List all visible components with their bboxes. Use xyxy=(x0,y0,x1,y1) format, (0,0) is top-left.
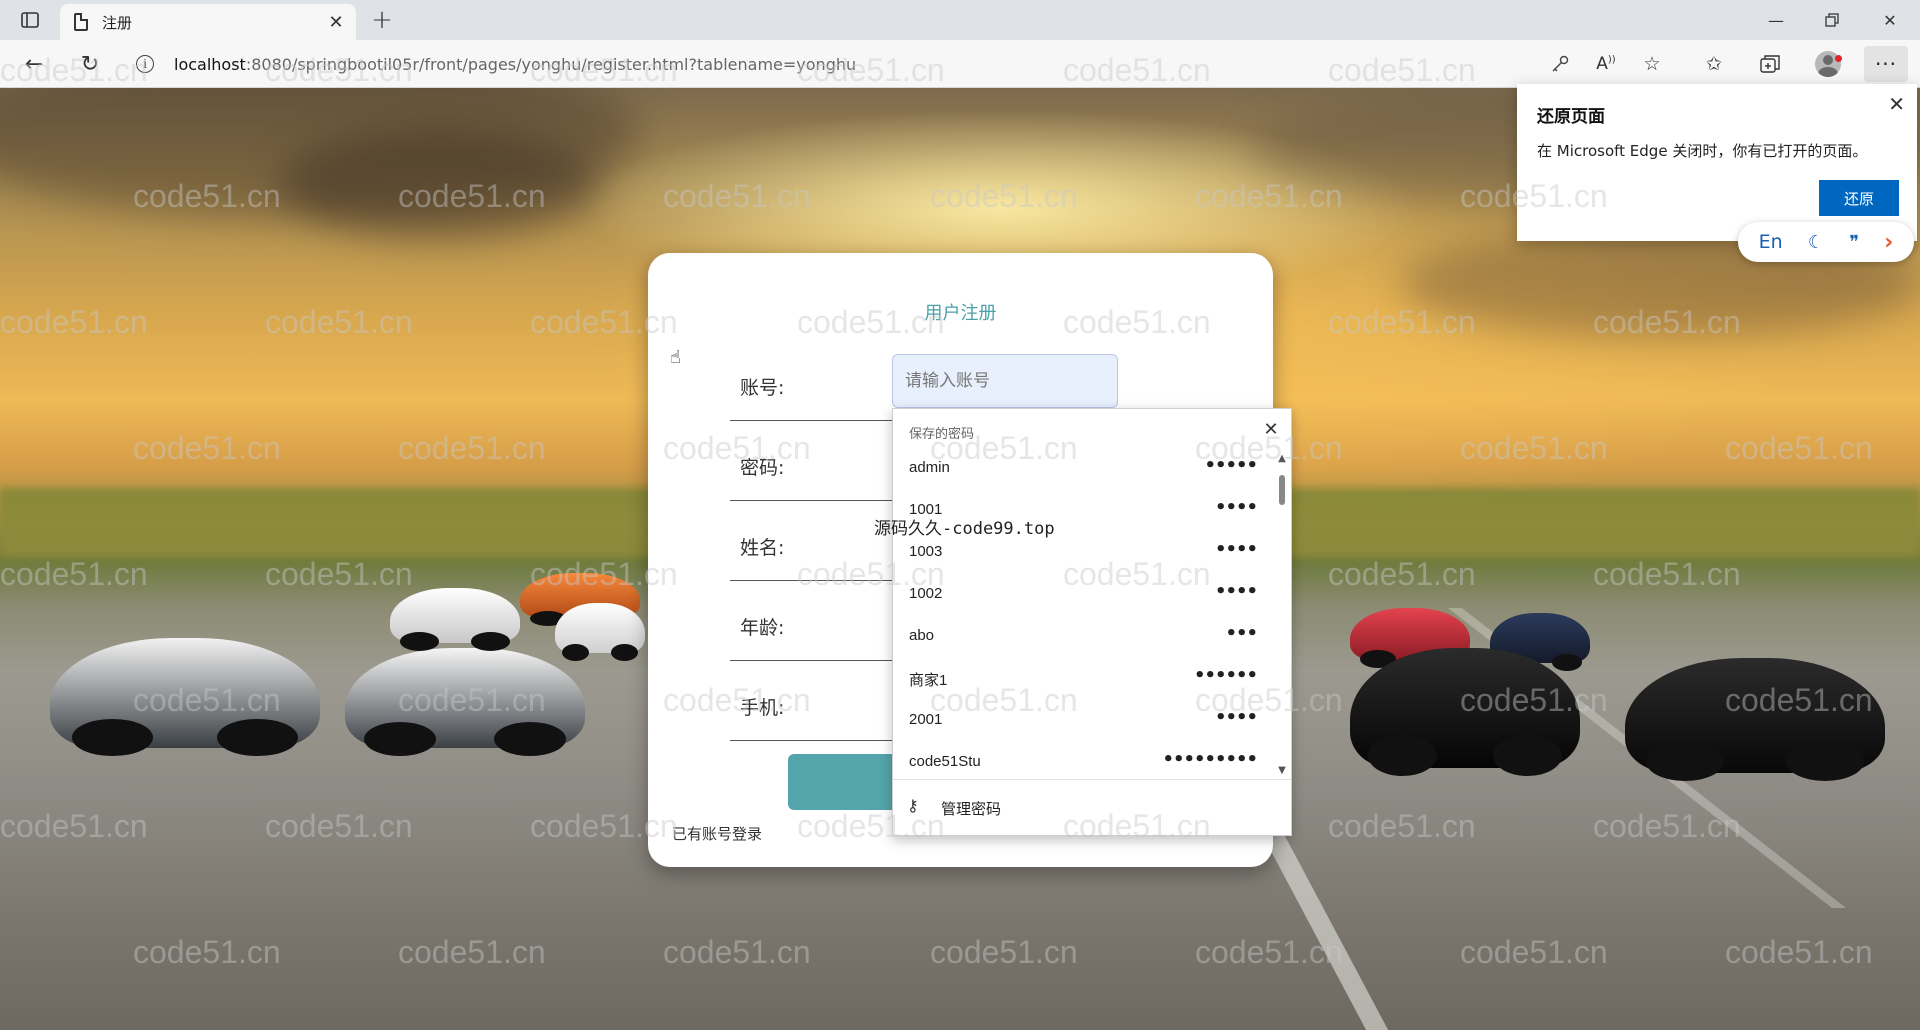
read-aloud-button[interactable]: A)) xyxy=(1588,48,1624,80)
restore-description: 在 Microsoft Edge 关闭时，你有已打开的页面。 xyxy=(1537,142,1868,160)
close-icon[interactable]: ✕ xyxy=(1261,419,1281,440)
password-key-button[interactable] xyxy=(1542,48,1578,80)
masked-password: •••• xyxy=(1214,539,1258,560)
masked-password: •••• xyxy=(1214,707,1258,728)
moon-icon[interactable]: ☾ xyxy=(1808,232,1824,253)
favorites-icon: ✩ xyxy=(1706,53,1722,75)
new-tab-button[interactable]: + xyxy=(368,5,396,35)
car-image xyxy=(1625,658,1885,781)
manage-passwords-row[interactable]: ⚷ 管理密码 xyxy=(893,779,1291,835)
saved-password-item[interactable]: 商家1 •••••• xyxy=(893,659,1273,701)
scrollbar-thumb[interactable] xyxy=(1279,475,1285,505)
url-text[interactable]: localhost:8080/springbootil05r/front/pag… xyxy=(174,55,856,74)
manage-passwords-label: 管理密码 xyxy=(941,800,1002,818)
chevron-right-icon[interactable]: › xyxy=(1884,230,1893,255)
saved-username: 商家1 xyxy=(909,672,948,689)
notification-dot xyxy=(1835,55,1842,62)
saved-passwords-list: admin ••••• 1001 •••• 1003 •••• 1002 •••… xyxy=(893,449,1273,777)
quote-icon[interactable]: ❞ xyxy=(1849,232,1859,253)
account-input[interactable] xyxy=(892,354,1118,408)
saved-username: abo xyxy=(909,627,935,644)
masked-password: ••• xyxy=(1225,623,1258,644)
masked-password: •••• xyxy=(1214,581,1258,602)
saved-password-item[interactable]: 1002 •••• xyxy=(893,575,1273,617)
saved-password-item[interactable]: 1003 •••• xyxy=(893,533,1273,575)
car-image xyxy=(345,648,585,756)
translate-button[interactable]: En xyxy=(1759,231,1783,253)
profile-button[interactable] xyxy=(1810,48,1846,80)
login-link[interactable]: 已有账号登录 xyxy=(672,823,762,844)
saved-username: admin xyxy=(909,459,950,476)
more-button[interactable]: ··· xyxy=(1864,46,1908,82)
url-path: :8080/springbootil05r/front/pages/yonghu… xyxy=(245,54,857,74)
masked-password: •••• xyxy=(1214,497,1258,518)
url-field[interactable]: i localhost:8080/springbootil05r/front/p… xyxy=(136,46,1486,82)
close-window-button[interactable]: ✕ xyxy=(1862,0,1918,40)
restore-button[interactable]: 还原 xyxy=(1819,180,1899,216)
add-favorite-button[interactable]: ☆ xyxy=(1634,48,1670,80)
saved-username: 2001 xyxy=(909,711,943,728)
minimize-button[interactable]: — xyxy=(1748,0,1804,40)
collections-button[interactable] xyxy=(1752,48,1788,80)
back-arrow-icon: ← xyxy=(24,51,44,77)
saved-password-item[interactable]: 2001 •••• xyxy=(893,701,1273,743)
masked-password: •••••• xyxy=(1193,665,1258,686)
age-label: 年龄: xyxy=(740,617,785,639)
masked-password: ••••••••• xyxy=(1162,749,1258,770)
saved-username: 1002 xyxy=(909,585,943,602)
page-icon xyxy=(74,13,88,31)
account-label: 账号: xyxy=(740,377,785,399)
back-button[interactable]: ← xyxy=(16,48,52,80)
hand-cursor-icon: ☝ xyxy=(670,347,681,368)
close-icon[interactable]: ✕ xyxy=(1888,92,1905,116)
saved-password-item[interactable]: code51Stu ••••••••• xyxy=(893,743,1273,777)
more-icon: ··· xyxy=(1874,52,1898,76)
tab-close-button[interactable]: ✕ xyxy=(324,10,348,34)
collections-icon xyxy=(1760,55,1780,73)
cloud xyxy=(280,128,600,238)
url-host: localhost xyxy=(174,54,246,74)
site-info-icon[interactable]: i xyxy=(136,55,154,73)
tab-actions-icon xyxy=(21,12,39,28)
read-aloud-icon: A)) xyxy=(1596,54,1616,74)
car-image xyxy=(390,588,520,651)
favorites-button[interactable]: ✩ xyxy=(1696,48,1732,80)
mini-toolbar: En ☾ ❞ › xyxy=(1738,222,1914,262)
tab-bar: 注册 ✕ + — ✕ xyxy=(0,0,1920,40)
key-icon: ⚷ xyxy=(907,796,919,815)
phone-label: 手机: xyxy=(740,697,785,719)
saved-passwords-header: 保存的密码 xyxy=(909,427,975,442)
scrollbar[interactable]: ▲ ▼ xyxy=(1275,451,1289,777)
saved-passwords-dropdown: 保存的密码 ✕ admin ••••• 1001 •••• 1003 •••• … xyxy=(892,408,1292,836)
car-image xyxy=(50,638,320,756)
saved-password-item[interactable]: admin ••••• xyxy=(893,449,1273,491)
car-image xyxy=(555,603,645,661)
restore-window-icon xyxy=(1825,13,1839,27)
key-icon xyxy=(1552,55,1569,72)
refresh-icon: ↻ xyxy=(80,51,100,77)
restore-title: 还原页面 xyxy=(1537,107,1605,127)
password-label: 密码: xyxy=(740,457,785,479)
saved-password-item[interactable]: abo ••• xyxy=(893,617,1273,659)
car-image xyxy=(1350,648,1580,776)
favorite-add-icon: ☆ xyxy=(1643,53,1661,75)
browser-tab-active[interactable]: 注册 ✕ xyxy=(60,4,356,40)
name-label: 姓名: xyxy=(740,537,785,559)
tab-actions-button[interactable] xyxy=(14,8,46,32)
saved-username: 1003 xyxy=(909,543,943,560)
refresh-button[interactable]: ↻ xyxy=(72,48,108,80)
scroll-down-icon[interactable]: ▼ xyxy=(1275,763,1289,777)
saved-username: code51Stu xyxy=(909,753,981,770)
address-bar: ← ↻ i localhost:8080/springbootil05r/fro… xyxy=(0,40,1920,88)
overlay-watermark-text: 源码久久-code99.top xyxy=(874,519,1055,539)
tab-title: 注册 xyxy=(102,13,133,32)
scroll-up-icon[interactable]: ▲ xyxy=(1275,451,1289,465)
masked-password: ••••• xyxy=(1204,455,1258,476)
register-title: 用户注册 xyxy=(924,303,997,324)
restore-pages-popup: 还原页面 在 Microsoft Edge 关闭时，你有已打开的页面。 还原 ✕ xyxy=(1517,84,1917,241)
restore-window-button[interactable] xyxy=(1804,0,1860,40)
